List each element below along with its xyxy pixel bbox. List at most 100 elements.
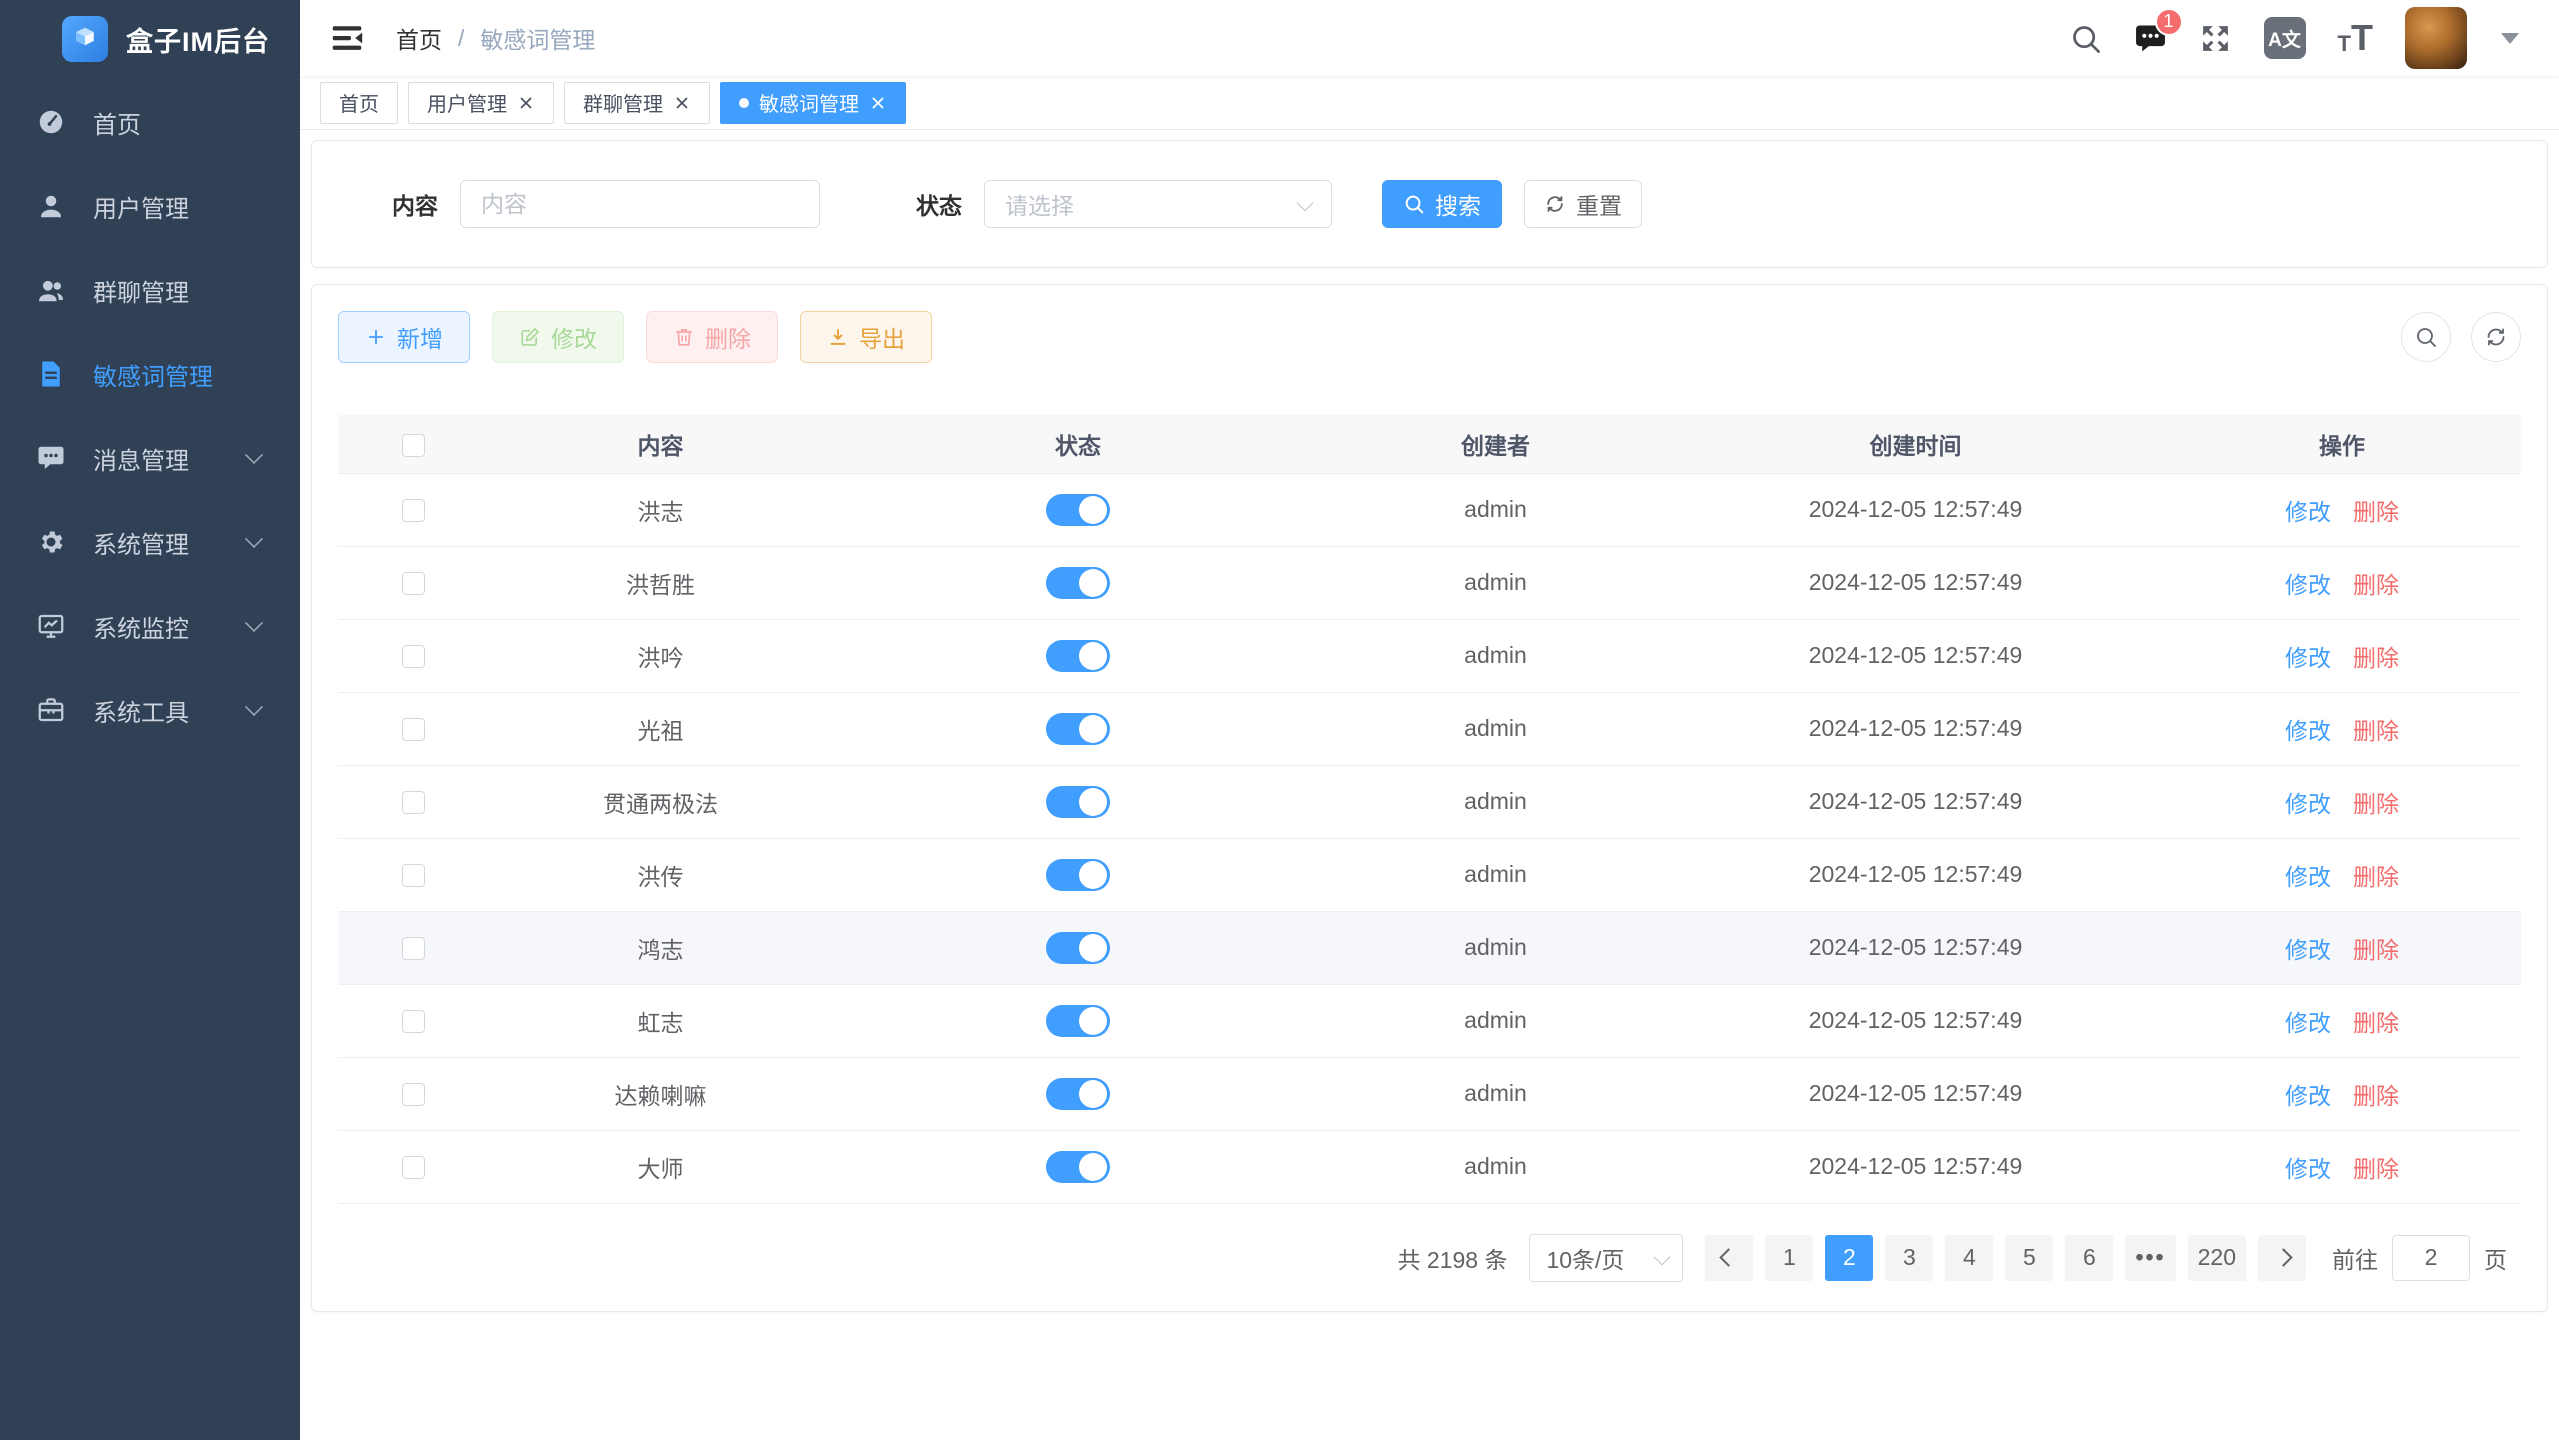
page-button-3[interactable]: 3	[1885, 1235, 1933, 1281]
row-checkbox[interactable]	[402, 1010, 425, 1033]
cell-creator: admin	[1323, 546, 1668, 619]
sidebar-collapse-icon[interactable]	[328, 19, 366, 57]
sidebar-item-sensitive-words[interactable]: 敏感词管理	[0, 332, 300, 416]
status-toggle[interactable]	[1046, 640, 1110, 672]
tab-敏感词管理[interactable]: 敏感词管理	[720, 82, 906, 124]
row-checkbox[interactable]	[402, 791, 425, 814]
row-edit-link[interactable]: 修改	[2285, 791, 2331, 817]
avatar[interactable]	[2405, 7, 2467, 69]
language-switch-icon[interactable]: A文	[2264, 17, 2306, 59]
status-toggle[interactable]	[1046, 1151, 1110, 1183]
row-delete-link[interactable]: 删除	[2353, 1010, 2399, 1036]
row-edit-link[interactable]: 修改	[2285, 937, 2331, 963]
sidebar-item-label: 群聊管理	[93, 273, 189, 308]
user-icon	[36, 191, 66, 221]
row-delete-link[interactable]: 删除	[2353, 864, 2399, 890]
row-edit-link[interactable]: 修改	[2285, 572, 2331, 598]
row-delete-link[interactable]: 删除	[2353, 572, 2399, 598]
status-toggle[interactable]	[1046, 713, 1110, 745]
row-checkbox[interactable]	[402, 1156, 425, 1179]
close-icon[interactable]	[517, 94, 535, 112]
sidebar-menu: 首页 用户管理 群聊管理 敏感词管理 消息管理 系统管理 系统监控 系统工具	[0, 80, 300, 752]
status-toggle[interactable]	[1046, 859, 1110, 891]
sidebar-item-system-tools[interactable]: 系统工具	[0, 668, 300, 752]
row-delete-link[interactable]: 删除	[2353, 645, 2399, 671]
active-tab-dot	[739, 98, 749, 108]
page-button-5[interactable]: 5	[2005, 1235, 2053, 1281]
delete-button[interactable]: 删除	[646, 311, 778, 363]
row-delete-link[interactable]: 删除	[2353, 1156, 2399, 1182]
sensitive-words-table: 内容 状态 创建者 创建时间 操作 洪志 admin 2024-12-05 12…	[338, 415, 2521, 1204]
row-checkbox[interactable]	[402, 499, 425, 522]
row-delete-link[interactable]: 删除	[2353, 718, 2399, 744]
row-edit-link[interactable]: 修改	[2285, 864, 2331, 890]
row-edit-link[interactable]: 修改	[2285, 1083, 2331, 1109]
select-all-checkbox[interactable]	[402, 434, 425, 457]
search-button[interactable]: 搜索	[1382, 180, 1502, 228]
breadcrumb-home[interactable]: 首页	[396, 21, 442, 55]
sidebar-item-home[interactable]: 首页	[0, 80, 300, 164]
content-filter-input[interactable]	[460, 180, 820, 228]
goto-page-input[interactable]	[2392, 1235, 2470, 1281]
tab-群聊管理[interactable]: 群聊管理	[564, 82, 710, 124]
sidebar-item-users[interactable]: 用户管理	[0, 164, 300, 248]
pagination-ellipsis[interactable]: •••	[2125, 1235, 2175, 1281]
row-checkbox[interactable]	[402, 572, 425, 595]
add-button[interactable]: 新增	[338, 311, 470, 363]
row-checkbox[interactable]	[402, 645, 425, 668]
status-toggle[interactable]	[1046, 494, 1110, 526]
close-icon[interactable]	[673, 94, 691, 112]
prev-page-button[interactable]	[1705, 1235, 1753, 1281]
reset-button[interactable]: 重置	[1524, 180, 1642, 228]
status-toggle[interactable]	[1046, 567, 1110, 599]
row-delete-link[interactable]: 删除	[2353, 1083, 2399, 1109]
sidebar-item-system-monitor[interactable]: 系统监控	[0, 584, 300, 668]
export-button[interactable]: 导出	[800, 311, 932, 363]
avatar-caret-icon[interactable]	[2501, 33, 2519, 44]
row-edit-link[interactable]: 修改	[2285, 645, 2331, 671]
status-toggle[interactable]	[1046, 1005, 1110, 1037]
breadcrumb-separator: /	[458, 25, 464, 52]
page-button-6[interactable]: 6	[2065, 1235, 2113, 1281]
next-page-button[interactable]	[2258, 1235, 2306, 1281]
status-toggle[interactable]	[1046, 932, 1110, 964]
sidebar-item-groups[interactable]: 群聊管理	[0, 248, 300, 332]
page-button-2[interactable]: 2	[1825, 1235, 1873, 1281]
search-icon[interactable]	[2069, 22, 2102, 55]
sidebar-item-system-admin[interactable]: 系统管理	[0, 500, 300, 584]
cell-content: 洪吟	[488, 619, 833, 692]
close-icon[interactable]	[869, 94, 887, 112]
sidebar-item-label: 用户管理	[93, 189, 189, 224]
row-delete-link[interactable]: 删除	[2353, 791, 2399, 817]
message-icon[interactable]: 1	[2134, 22, 2167, 55]
cell-creator: admin	[1323, 838, 1668, 911]
row-edit-link[interactable]: 修改	[2285, 1156, 2331, 1182]
tab-用户管理[interactable]: 用户管理	[408, 82, 554, 124]
row-delete-link[interactable]: 删除	[2353, 499, 2399, 525]
row-checkbox[interactable]	[402, 1083, 425, 1106]
row-checkbox[interactable]	[402, 864, 425, 887]
status-filter-select[interactable]: 请选择	[984, 180, 1332, 228]
row-edit-link[interactable]: 修改	[2285, 499, 2331, 525]
row-checkbox[interactable]	[402, 718, 425, 741]
table-search-toggle-button[interactable]	[2401, 312, 2451, 362]
status-toggle[interactable]	[1046, 1078, 1110, 1110]
table-refresh-button[interactable]	[2471, 312, 2521, 362]
page-button-220[interactable]: 220	[2188, 1235, 2246, 1281]
fullscreen-icon[interactable]	[2199, 22, 2232, 55]
status-toggle[interactable]	[1046, 786, 1110, 818]
row-edit-link[interactable]: 修改	[2285, 1010, 2331, 1036]
page-content: 内容 状态 请选择 搜索 重置 新增修改删除导出	[300, 130, 2559, 1440]
row-checkbox[interactable]	[402, 937, 425, 960]
column-header-status: 状态	[833, 415, 1323, 473]
font-size-icon[interactable]: TT	[2338, 23, 2373, 54]
tab-首页[interactable]: 首页	[320, 82, 398, 124]
sidebar-item-messages[interactable]: 消息管理	[0, 416, 300, 500]
app-title: 盒子IM后台	[126, 20, 270, 59]
page-button-1[interactable]: 1	[1765, 1235, 1813, 1281]
edit-button[interactable]: 修改	[492, 311, 624, 363]
page-button-4[interactable]: 4	[1945, 1235, 1993, 1281]
row-delete-link[interactable]: 删除	[2353, 937, 2399, 963]
page-size-select[interactable]: 10条/页	[1529, 1234, 1683, 1282]
row-edit-link[interactable]: 修改	[2285, 718, 2331, 744]
